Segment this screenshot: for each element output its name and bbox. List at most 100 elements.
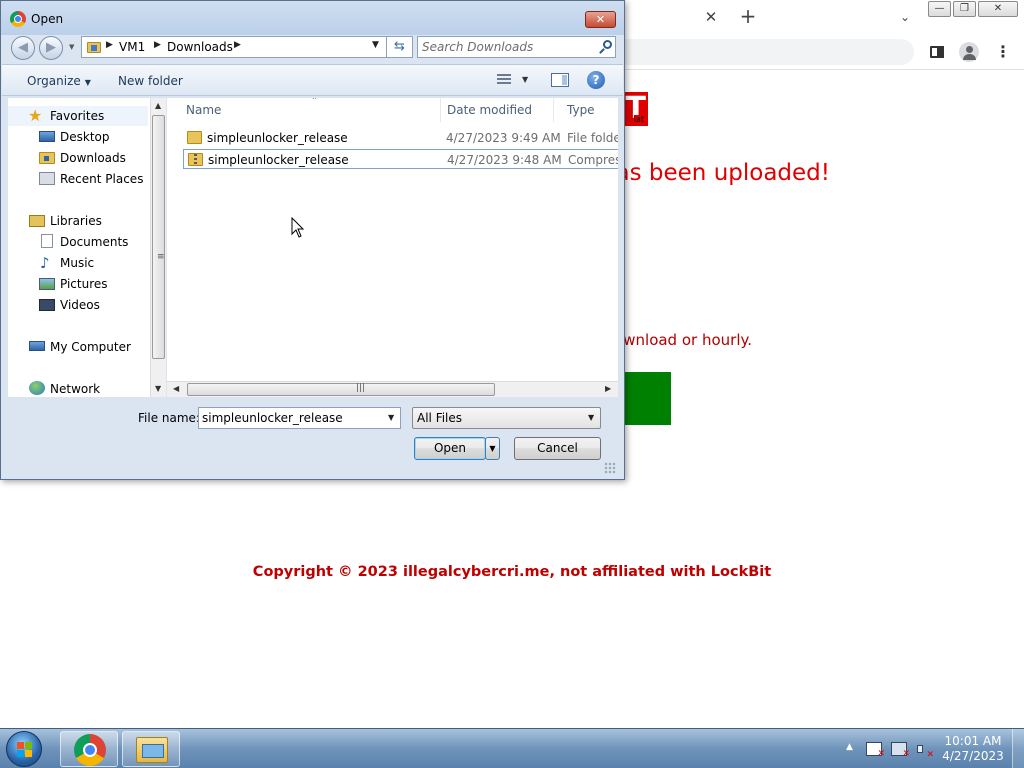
nav-label: Videos [60,298,100,312]
back-button[interactable]: ◀ [11,36,35,60]
side-panel-icon[interactable] [926,41,948,63]
downloads-folder-icon [87,40,101,53]
open-options-dropdown-icon[interactable]: ▼ [485,437,500,460]
chevron-down-icon[interactable]: ▼ [388,413,394,422]
chrome-icon [74,734,106,766]
restore-icon[interactable]: ❐ [953,1,976,17]
nav-label: Libraries [50,214,102,228]
forward-button[interactable]: ▶ [39,36,63,60]
breadcrumb-downloads[interactable]: Downloads [167,40,233,54]
window-close-icon[interactable]: ✕ [978,1,1018,17]
navigation-pane: ★ Favorites Desktop Downloads Recent Pla… [8,98,166,397]
file-row[interactable]: simpleunlocker_release 4/27/2023 9:49 AM… [183,128,618,148]
documents-icon [41,234,53,248]
breadcrumb-arrow-icon[interactable]: ▶ [234,40,241,50]
recent-locations-dropdown-icon[interactable]: ▼ [69,43,74,51]
scroll-up-icon[interactable]: ▲ [155,101,161,110]
nav-label: Pictures [60,277,108,291]
column-header-name[interactable]: Name ⌃ [173,98,441,122]
kebab-menu-icon[interactable]: ⋮ [992,41,1014,63]
desktop-icon [39,131,55,142]
folder-icon [187,131,202,144]
open-file-dialog: Open ✕ ◀ ▶ ▼ ▶ VM1 ▶ Downloads ▶ ▼ ⇆ Org… [0,0,625,480]
dialog-close-button[interactable]: ✕ [585,11,616,28]
resize-grip-icon[interactable] [604,462,616,474]
scroll-left-icon[interactable]: ◀ [173,384,179,393]
tab-search-chevron-icon[interactable]: ⌄ [896,8,914,26]
footer-copyright: Copyright © 2023 illegalcybercri.me, not… [252,564,772,580]
action-center-flag-icon[interactable] [866,742,885,759]
file-name: simpleunlocker_release [208,153,349,167]
breadcrumb-arrow-icon[interactable]: ▶ [106,40,113,50]
volume-muted-icon[interactable] [916,742,934,760]
column-label: Type [567,103,595,117]
file-type: File folder [567,131,618,145]
clock-time: 10:01 AM [944,734,1002,748]
search-input[interactable] [422,39,592,55]
scroll-thumb[interactable]: ||| [187,383,495,396]
file-row[interactable]: simpleunlocker_release 4/27/2023 9:48 AM… [183,149,618,169]
help-icon[interactable]: ? [587,71,605,89]
breadcrumb-arrow-icon[interactable]: ▶ [154,40,161,50]
grip-icon: ≡ [157,252,165,262]
new-folder-button[interactable]: New folder [118,74,183,88]
scroll-thumb[interactable]: ≡ [152,115,165,359]
column-header-type[interactable]: Type [554,98,618,122]
recent-places-icon [39,172,55,185]
address-breadcrumb-bar[interactable]: ▶ VM1 ▶ Downloads ▶ ▼ [81,36,387,58]
new-tab-icon[interactable]: + [738,6,758,26]
change-view-icon[interactable] [497,74,511,86]
star-icon: ★ [28,106,43,125]
clock-date: 4/27/2023 [942,749,1004,763]
tab-close-icon[interactable]: ✕ [702,8,720,26]
open-button[interactable]: Open [414,437,486,460]
music-note-icon: ♪ [40,254,50,272]
command-bar: Organize ▼ New folder ▼ ? [2,64,623,96]
computer-icon [29,341,45,351]
file-name-combobox[interactable]: ▼ [198,407,401,429]
chevron-down-icon: ▼ [84,78,91,87]
search-icon[interactable] [599,40,613,54]
taskbar-chrome-button[interactable] [60,731,118,767]
breadcrumb-vm1[interactable]: VM1 [119,40,145,54]
file-date: 4/27/2023 9:48 AM [447,153,562,167]
column-label: Date modified [447,103,533,117]
show-desktop-button[interactable] [1012,729,1024,768]
profile-avatar-icon[interactable] [958,41,980,63]
address-bar[interactable] [600,39,914,65]
column-header-date-modified[interactable]: Date modified [434,98,554,122]
minimize-icon[interactable]: — [928,1,951,17]
refresh-icon[interactable]: ⇆ [387,36,413,58]
show-hidden-icons-icon[interactable]: ▲ [846,742,853,752]
nav-item-favorites[interactable]: ★ Favorites [8,106,148,126]
column-label: Name [186,103,222,117]
views-dropdown-icon[interactable]: ▼ [522,75,528,84]
nav-label: My Computer [50,340,131,354]
cancel-button[interactable]: Cancel [514,437,601,460]
file-list: Name ⌃ Date modified Type simpleunlocker… [167,98,618,381]
file-list-scrollbar[interactable]: ◀ ||| ▶ [167,381,618,397]
taskbar-explorer-button[interactable] [122,731,180,767]
search-box[interactable] [417,36,616,58]
dialog-title: Open [31,12,64,26]
file-type-select[interactable]: All Files ▼ [412,407,601,429]
network-tray-icon[interactable] [891,742,910,759]
address-dropdown-icon[interactable]: ▼ [372,40,379,50]
grip-icon: ||| [356,383,366,393]
nav-label: Recent Places [60,172,144,186]
downloads-folder-icon [39,152,55,164]
dialog-titlebar[interactable]: Open ✕ [1,1,624,35]
zip-folder-icon [188,153,203,166]
mouse-cursor-icon [291,217,305,238]
scroll-down-icon[interactable]: ▼ [155,384,161,393]
nav-pane-scrollbar[interactable]: ▲ ≡ ▼ [150,98,166,397]
preview-pane-icon[interactable] [551,73,569,87]
logo-small-text: iat [633,115,644,125]
start-button[interactable] [6,731,42,767]
organize-menu[interactable]: Organize ▼ [27,74,91,88]
file-type: Compressed [568,153,618,167]
scroll-right-icon[interactable]: ▶ [605,384,611,393]
file-name-input[interactable] [202,410,382,426]
system-clock[interactable]: 10:01 AM 4/27/2023 [940,734,1006,764]
navigation-bar: ◀ ▶ ▼ ▶ VM1 ▶ Downloads ▶ ▼ ⇆ [7,35,618,61]
